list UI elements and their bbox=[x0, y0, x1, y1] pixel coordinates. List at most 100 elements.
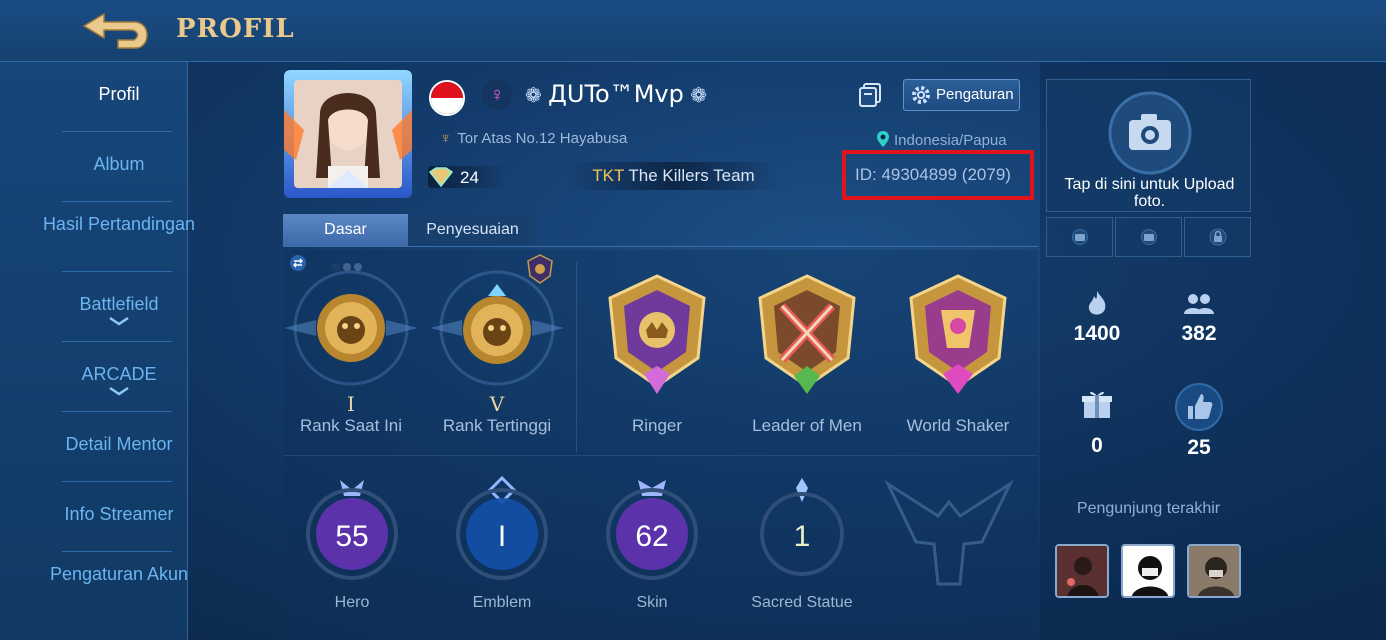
badge-label: Leader of Men bbox=[752, 416, 862, 435]
divider bbox=[62, 131, 172, 132]
stat-emblem[interactable]: I Emblem bbox=[442, 475, 562, 616]
visitor-avatar-image bbox=[1123, 546, 1173, 596]
back-button[interactable] bbox=[78, 8, 154, 52]
sidebar-item-profil[interactable]: Profil bbox=[30, 84, 208, 104]
sidebar-item-hasil-pertandingan[interactable]: Hasil Pertandingan bbox=[30, 214, 208, 234]
visitor-avatar[interactable] bbox=[1055, 544, 1109, 598]
tab-underline bbox=[283, 246, 1038, 247]
stat-sacred-statue[interactable]: 1 Sacred Statue bbox=[742, 476, 862, 616]
sidebar-item-pengaturan-akun[interactable]: Pengaturan Akun bbox=[30, 564, 208, 584]
location: Indonesia/Papua bbox=[876, 130, 1007, 149]
rank-tier: I bbox=[347, 392, 355, 416]
sidebar-item-info-streamer[interactable]: Info Streamer bbox=[30, 504, 208, 524]
divider bbox=[62, 551, 172, 552]
sidebar-item-detail-mentor[interactable]: Detail Mentor bbox=[30, 434, 208, 454]
photo-slot[interactable] bbox=[1115, 217, 1182, 257]
back-arrow-icon bbox=[82, 12, 148, 49]
stat-value: 1 bbox=[793, 520, 811, 553]
sidebar-item-arcade[interactable]: ARCADE bbox=[30, 364, 208, 396]
page-title: PROFIL bbox=[176, 14, 295, 44]
sidebar-item-label: Hasil Pertandingan bbox=[42, 214, 196, 234]
photo-slot[interactable] bbox=[1184, 217, 1251, 257]
upload-photo-text: Tap di sini untuk Upload foto. bbox=[1064, 176, 1235, 210]
sidebar-item-label: Battlefield bbox=[79, 294, 159, 314]
friends-icon bbox=[1184, 294, 1214, 314]
sidebar-item-label: Info Streamer bbox=[64, 504, 174, 524]
sidebar-item-label: Album bbox=[93, 154, 145, 174]
metric-likes[interactable]: 25 bbox=[1154, 382, 1244, 459]
sidebar: Profil Album Hasil Pertandingan Battlefi… bbox=[0, 62, 195, 640]
badge-rank-saat-ini[interactable]: I Rank Saat Ini bbox=[276, 270, 426, 440]
location-pin-icon bbox=[877, 131, 889, 147]
divider bbox=[62, 481, 172, 482]
metric-value: 1400 bbox=[1073, 322, 1121, 345]
sidebar-item-album[interactable]: Album bbox=[30, 154, 208, 174]
metric-value: 25 bbox=[1187, 436, 1211, 459]
sidebar-item-battlefield[interactable]: Battlefield bbox=[30, 294, 208, 326]
chevron-down-icon bbox=[109, 316, 129, 326]
stat-label: Skin bbox=[636, 594, 668, 611]
stat-label: Hero bbox=[334, 594, 370, 611]
tab-dasar[interactable]: Dasar bbox=[283, 214, 408, 246]
hero-title-text: Tor Atas No.12 Hayabusa bbox=[457, 130, 628, 147]
divider bbox=[576, 262, 577, 452]
badge-rank-tertinggi[interactable]: V Rank Tertinggi bbox=[422, 270, 572, 440]
sidebar-item-label: ARCADE bbox=[81, 364, 157, 384]
badge-label: World Shaker bbox=[906, 416, 1010, 435]
locked-statue-silhouette-icon bbox=[884, 479, 1014, 586]
level-badge: 24 bbox=[428, 166, 508, 188]
title-badge-icon: ♆ bbox=[440, 130, 452, 147]
ringer-medal-icon bbox=[608, 274, 706, 394]
gear-icon bbox=[912, 86, 930, 104]
visitor-avatar[interactable] bbox=[1121, 544, 1175, 598]
stat-skin[interactable]: 62 Skin bbox=[592, 476, 712, 616]
top-bar: PROFIL bbox=[0, 0, 1386, 62]
location-text: Indonesia/Papua bbox=[894, 132, 1007, 149]
world-shaker-medal-icon bbox=[909, 274, 1007, 394]
badge-label: Rank Saat Ini bbox=[299, 416, 403, 435]
metric-friends: 382 bbox=[1154, 290, 1244, 350]
hero-title: ♆ Tor Atas No.12 Hayabusa bbox=[440, 130, 627, 147]
avatar[interactable] bbox=[284, 70, 412, 198]
sidebar-item-label: Profil bbox=[98, 84, 140, 104]
tab-penyesuaian[interactable]: Penyesuaian bbox=[410, 214, 535, 246]
player-id[interactable]: ID: 49304899 (2079) bbox=[855, 165, 1011, 185]
metric-popularity: 1400 bbox=[1052, 290, 1142, 350]
avatar-image bbox=[284, 70, 412, 198]
copy-icon[interactable] bbox=[858, 82, 884, 108]
metric-value: 382 bbox=[1181, 322, 1217, 345]
badge-label: Rank Tertinggi bbox=[442, 416, 552, 435]
team-banner[interactable]: TKT The Killers Team bbox=[566, 162, 781, 190]
indonesia-flag-icon bbox=[429, 80, 465, 116]
sidebar-item-label: Pengaturan Akun bbox=[49, 564, 189, 584]
visitor-avatar[interactable] bbox=[1187, 544, 1241, 598]
settings-button[interactable]: Pengaturan bbox=[903, 79, 1020, 111]
stat-hero[interactable]: 55 Hero bbox=[292, 476, 412, 616]
stat-value: 55 bbox=[335, 520, 369, 553]
leader-of-men-medal-icon bbox=[758, 274, 856, 394]
metric-value: 0 bbox=[1091, 434, 1103, 457]
player-name: ❁ ДUTo™Mvp ❁ bbox=[525, 80, 707, 108]
badge-world-shaker[interactable]: World Shaker bbox=[883, 270, 1033, 440]
level-gem-icon bbox=[428, 167, 454, 188]
badge-leader-of-men[interactable]: Leader of Men bbox=[732, 270, 882, 440]
badge-ringer[interactable]: Ringer bbox=[582, 270, 732, 440]
thumbs-up-icon bbox=[1175, 383, 1223, 431]
metric-gifts[interactable]: 0 bbox=[1052, 388, 1142, 457]
settings-label: Pengaturan bbox=[936, 86, 1014, 103]
divider bbox=[62, 411, 172, 412]
flame-icon bbox=[1088, 291, 1106, 315]
upload-photo-box[interactable]: Tap di sini untuk Upload foto. bbox=[1046, 79, 1251, 212]
lion-rank-emblem-icon bbox=[284, 270, 418, 386]
gift-icon bbox=[1082, 391, 1112, 418]
stat-value: I bbox=[497, 520, 507, 553]
chevron-down-icon bbox=[109, 386, 129, 396]
photo-slot[interactable] bbox=[1046, 217, 1113, 257]
divider bbox=[283, 455, 1038, 456]
sidebar-item-label: Detail Mentor bbox=[65, 434, 173, 454]
stat-label: Emblem bbox=[472, 594, 532, 611]
lock-icon bbox=[1209, 228, 1227, 246]
recent-visitors-label: Pengunjung terakhir bbox=[1076, 500, 1221, 517]
team-name: The Killers Team bbox=[628, 166, 755, 185]
camera-icon bbox=[1108, 91, 1192, 175]
